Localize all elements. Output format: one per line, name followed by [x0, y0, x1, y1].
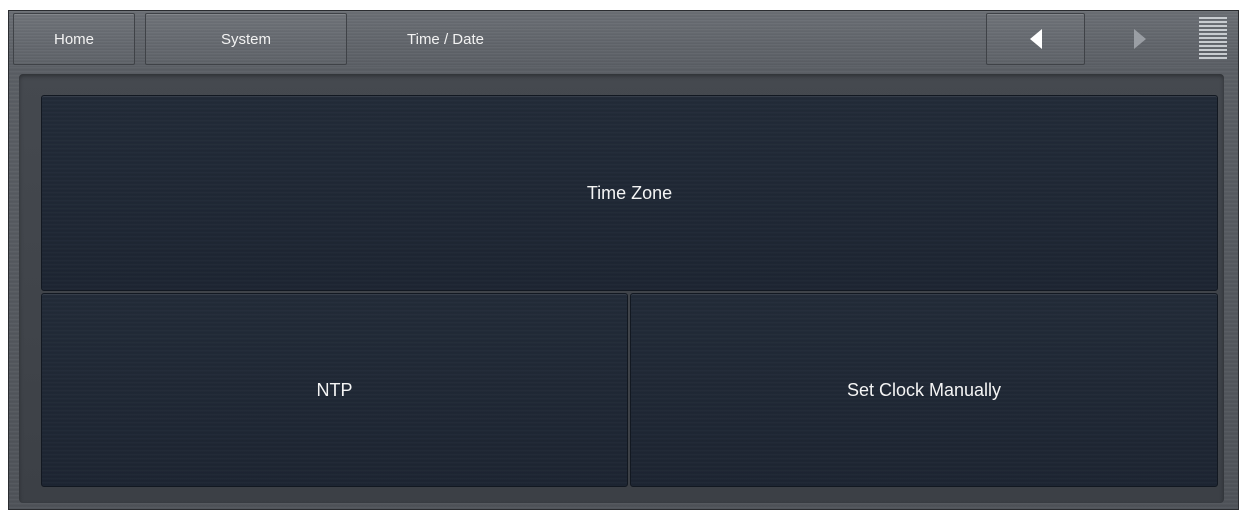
home-tab-label: Home: [53, 30, 94, 48]
app-frame: Home System Time / Date Time Zone NTP Se…: [8, 10, 1239, 510]
system-tab-button[interactable]: System: [145, 13, 347, 65]
forward-button[interactable]: [1095, 13, 1185, 65]
ntp-label: NTP: [316, 379, 353, 400]
top-navigation-bar: Home System Time / Date: [9, 11, 1238, 67]
triangle-left-icon: [1029, 29, 1042, 49]
home-tab-button[interactable]: Home: [13, 13, 135, 65]
ntp-button[interactable]: NTP: [41, 293, 628, 487]
menu-lines-icon: [1199, 17, 1227, 59]
menu-button[interactable]: [1197, 16, 1229, 62]
time-zone-label: Time Zone: [586, 182, 673, 203]
triangle-right-icon: [1134, 29, 1146, 49]
current-page-title: Time / Date: [407, 13, 484, 65]
current-page-label: Time / Date: [407, 30, 484, 48]
system-tab-label: System: [220, 30, 271, 48]
set-clock-manually-button[interactable]: Set Clock Manually: [630, 293, 1218, 487]
back-button[interactable]: [986, 13, 1085, 65]
time-zone-button[interactable]: Time Zone: [41, 95, 1218, 291]
content-area: Time Zone NTP Set Clock Manually: [19, 74, 1224, 503]
set-clock-manually-label: Set Clock Manually: [846, 379, 1002, 400]
